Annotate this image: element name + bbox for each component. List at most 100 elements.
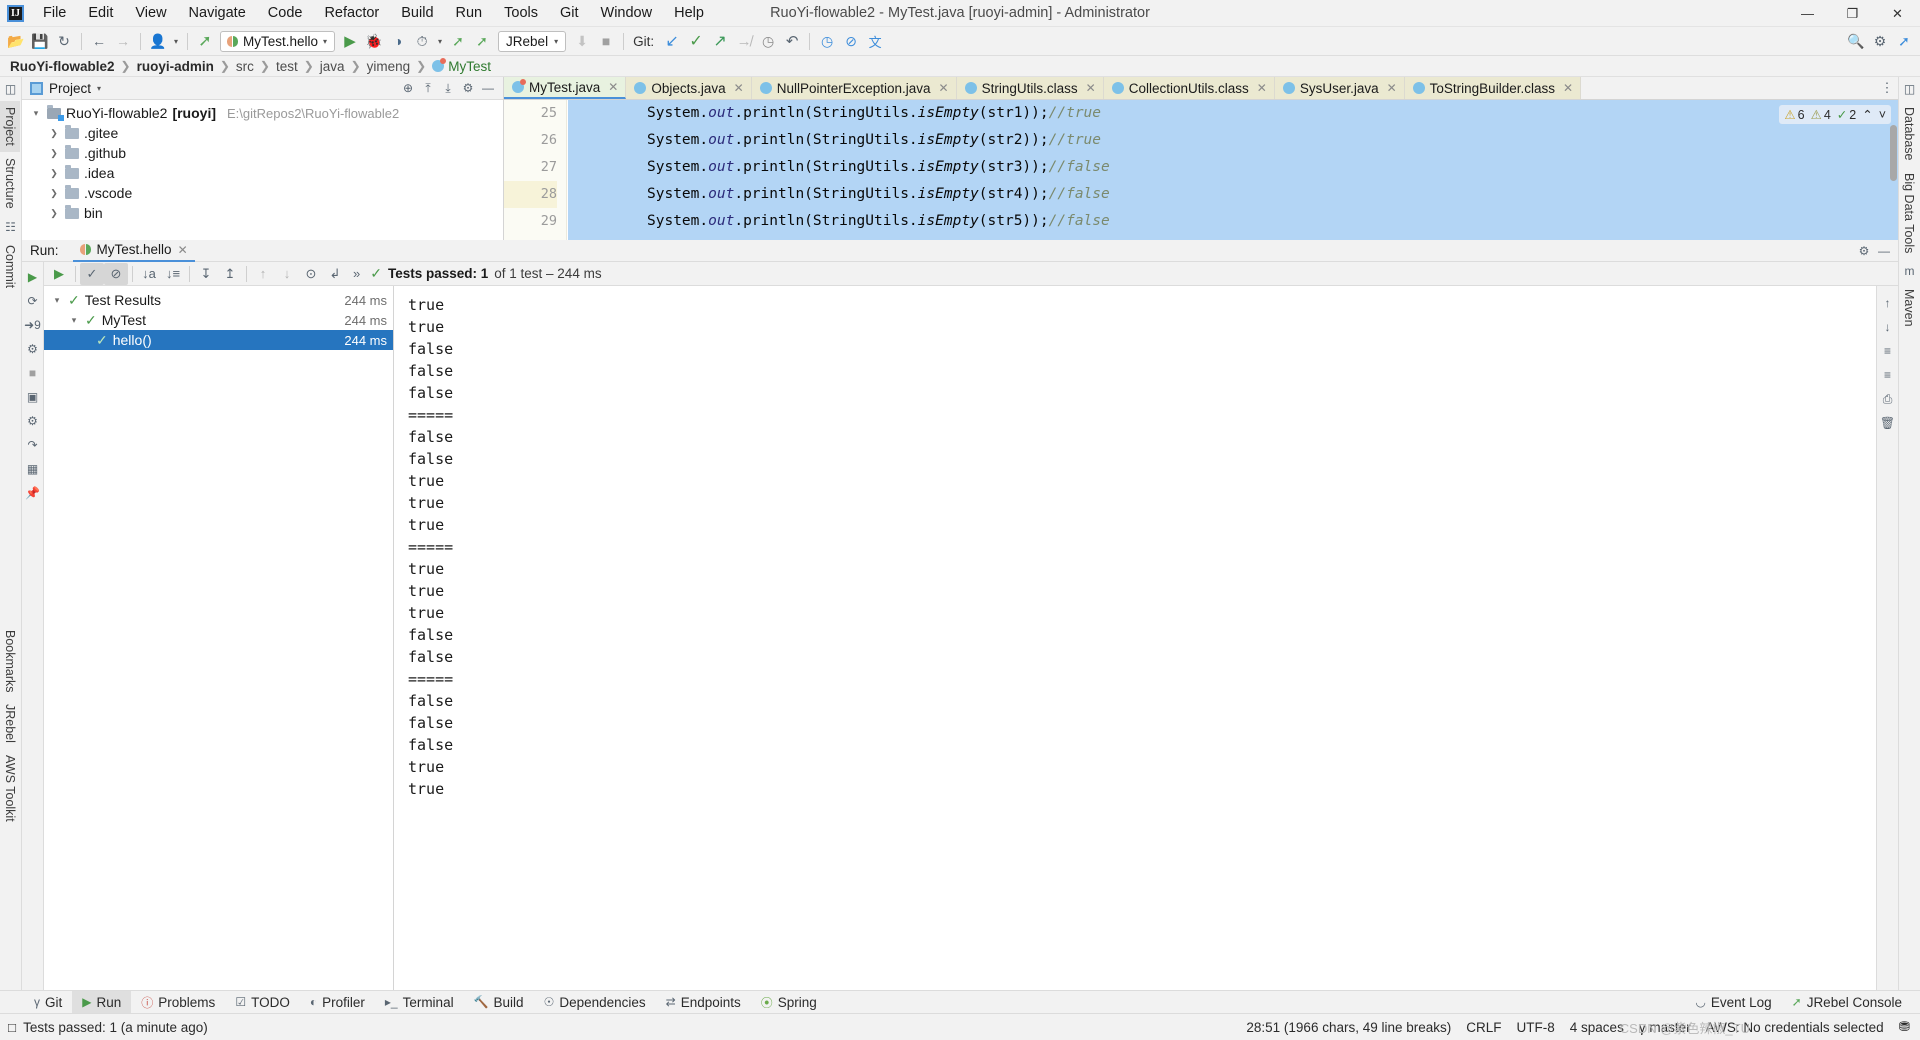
- sort-by-duration-icon[interactable]: ↓≡: [161, 263, 185, 285]
- tree-node-idea[interactable]: ❯ .idea: [22, 163, 503, 183]
- tree-node-gitee[interactable]: ❯ .gitee: [22, 123, 503, 143]
- jrebel-console-button[interactable]: ➚ JRebel Console: [1782, 991, 1912, 1014]
- event-log-button[interactable]: ◡ Event Log: [1685, 991, 1781, 1014]
- sidebar-item-database[interactable]: Database: [1899, 101, 1919, 167]
- bottom-tab-spring[interactable]: ⦿ Spring: [751, 991, 827, 1014]
- chevron-right-icon[interactable]: ❯: [48, 128, 60, 139]
- bottom-tab-problems[interactable]: ⓘ Problems: [131, 991, 225, 1014]
- next-failed-test-icon[interactable]: ↓: [275, 263, 299, 285]
- test-tree-node-root[interactable]: ▾ ✓ Test Results 244 ms: [44, 290, 393, 310]
- chevron-right-icon-4[interactable]: ❯: [48, 188, 60, 199]
- run-with-coverage-icon[interactable]: ◑: [386, 30, 410, 53]
- breadcrumb-item-class[interactable]: MyTest: [432, 58, 491, 74]
- chevron-right-icon-2[interactable]: ❯: [48, 148, 60, 159]
- bottom-tab-git[interactable]: γ Git: [24, 991, 72, 1014]
- close-tab-icon[interactable]: ✕: [608, 80, 618, 94]
- hide-run-panel-icon[interactable]: —: [1874, 241, 1894, 261]
- run-configuration-selector[interactable]: MyTest.hello ▾: [220, 30, 336, 52]
- indent-setting[interactable]: 4 spaces: [1570, 1020, 1624, 1035]
- save-all-icon[interactable]: 💾: [28, 30, 52, 53]
- menu-refactor[interactable]: Refactor: [313, 1, 390, 25]
- menu-navigate[interactable]: Navigate: [178, 1, 257, 25]
- tree-node-github[interactable]: ❯ .github: [22, 143, 503, 163]
- inspections-widget[interactable]: ⚠ 6 ⚠ 4 ✓ 2 ⌃ ˅: [1779, 105, 1891, 124]
- bottom-tab-profiler[interactable]: ◐ Profiler: [300, 991, 375, 1014]
- jrebel-selector[interactable]: JRebel ▾: [498, 30, 567, 52]
- maximize-button[interactable]: ❐: [1830, 0, 1875, 27]
- close-tab-icon-4[interactable]: ✕: [1086, 81, 1096, 95]
- bottom-tab-todo[interactable]: ☑ TODO: [225, 991, 300, 1014]
- filter-icon[interactable]: ≡: [1878, 364, 1898, 386]
- chevron-right-icon-5[interactable]: ❯: [48, 208, 60, 219]
- git-update-icon[interactable]: ↙: [660, 30, 684, 53]
- stop-button[interactable]: ■: [23, 362, 43, 384]
- editor-tab-tostringbuilder[interactable]: ToStringBuilder.class ✕: [1404, 77, 1582, 99]
- previous-failed-test-icon[interactable]: ↑: [251, 263, 275, 285]
- editor-tab-stringutils[interactable]: StringUtils.class ✕: [956, 77, 1104, 99]
- bottom-tab-build[interactable]: 🔨 Build: [464, 991, 534, 1014]
- project-panel-title-group[interactable]: Project ▾: [30, 81, 101, 96]
- close-tab-icon-5[interactable]: ✕: [1257, 81, 1267, 95]
- print-icon[interactable]: ⎙: [1878, 388, 1898, 410]
- run-session-tab[interactable]: MyTest.hello ✕: [72, 240, 195, 262]
- bottom-tab-run[interactable]: ▶ Run: [72, 990, 132, 1014]
- sidebar-item-commit[interactable]: Commit: [0, 239, 20, 294]
- menu-window[interactable]: Window: [590, 1, 664, 25]
- show-ignored-tests-icon[interactable]: ⊘: [104, 262, 128, 285]
- sidebar-item-maven[interactable]: Maven: [1899, 283, 1919, 333]
- maven-icon[interactable]: m: [1899, 264, 1920, 278]
- typos-count-group[interactable]: ✓ 2: [1837, 107, 1856, 123]
- soft-wrap-icon[interactable]: ≡: [1878, 340, 1898, 362]
- profiler-icon[interactable]: ⏱: [410, 30, 434, 53]
- attach-process-icon[interactable]: ⬇: [570, 30, 594, 53]
- translate-icon[interactable]: 文: [863, 30, 887, 53]
- caret-position[interactable]: 28:51 (1966 chars, 49 line breaks): [1246, 1020, 1451, 1035]
- collapse-all-icon[interactable]: ↥: [218, 263, 242, 285]
- code-editor[interactable]: 25 26 27 28 29 System.out.println(String…: [504, 100, 1898, 240]
- build-hammer-icon[interactable]: ➚: [193, 30, 217, 53]
- notification-icon[interactable]: □: [8, 1020, 16, 1035]
- menu-tools[interactable]: Tools: [493, 1, 549, 25]
- show-passed-tests-icon[interactable]: ✓: [80, 262, 104, 285]
- tree-node-vscode[interactable]: ❯ .vscode: [22, 183, 503, 203]
- profile-dropdown-chevron-icon[interactable]: ▾: [170, 30, 182, 53]
- bottom-tab-terminal[interactable]: ▸_ Terminal: [375, 991, 464, 1014]
- locate-file-icon[interactable]: ⊕: [398, 78, 418, 98]
- run-web-icon[interactable]: ◷: [815, 30, 839, 53]
- undo-icon[interactable]: ↶: [780, 30, 804, 53]
- scrollbar-thumb[interactable]: [1890, 125, 1897, 181]
- screenshot-button[interactable]: ▣: [23, 386, 43, 408]
- next-problem-chevron-down-icon[interactable]: ˅: [1879, 108, 1886, 122]
- collapse-all-icon[interactable]: ⤓: [438, 78, 458, 98]
- test-history-icon[interactable]: ⊙: [299, 263, 323, 285]
- profile-icon[interactable]: 👤: [146, 30, 170, 53]
- search-everywhere-icon[interactable]: 🔍: [1844, 30, 1868, 53]
- sidebar-item-project[interactable]: Project: [0, 101, 20, 152]
- navigate-back-icon[interactable]: ←: [87, 30, 111, 53]
- bottom-tab-endpoints[interactable]: ⇄ Endpoints: [656, 991, 751, 1014]
- sidebar-item-structure[interactable]: Structure: [0, 152, 20, 215]
- import-tests-icon[interactable]: ↲: [323, 263, 347, 285]
- export-button[interactable]: ↷: [23, 434, 43, 456]
- clear-all-icon[interactable]: 🗑: [1878, 412, 1898, 434]
- line-separator[interactable]: CRLF: [1466, 1020, 1501, 1035]
- git-history-icon[interactable]: ◷: [756, 30, 780, 53]
- sidebar-item-jrebel[interactable]: JRebel: [0, 698, 20, 749]
- close-tab-icon-6[interactable]: ✕: [1387, 81, 1397, 95]
- aws-credentials-widget[interactable]: AWS: No credentials selected: [1706, 1020, 1884, 1035]
- project-settings-gear-icon[interactable]: ⚙: [458, 78, 478, 98]
- resume-button[interactable]: ➜9: [23, 314, 43, 336]
- chevron-down-icon[interactable]: ▾: [51, 295, 63, 306]
- project-icon[interactable]: ◫: [0, 82, 21, 96]
- git-push-icon[interactable]: ↗: [708, 30, 732, 53]
- more-tabs-icon[interactable]: ⋮: [1876, 77, 1898, 99]
- open-project-icon[interactable]: 📂: [4, 30, 28, 53]
- jrebel-run-icon[interactable]: ➚: [446, 30, 470, 53]
- editor-tab-objects[interactable]: Objects.java ✕: [626, 77, 752, 99]
- rerun-failed-tests-button[interactable]: ⟳: [23, 290, 43, 312]
- tree-node-root[interactable]: ▾ RuoYi-flowable2 [ruoyi] E:\gitRepos2\R…: [22, 103, 503, 123]
- weak-warnings-count-group[interactable]: ⚠ 4: [1811, 107, 1831, 123]
- run-icon[interactable]: ▶: [338, 30, 362, 53]
- bottom-tab-dependencies[interactable]: ☉ Dependencies: [534, 991, 656, 1014]
- breadcrumb-item-package[interactable]: yimeng: [367, 59, 411, 74]
